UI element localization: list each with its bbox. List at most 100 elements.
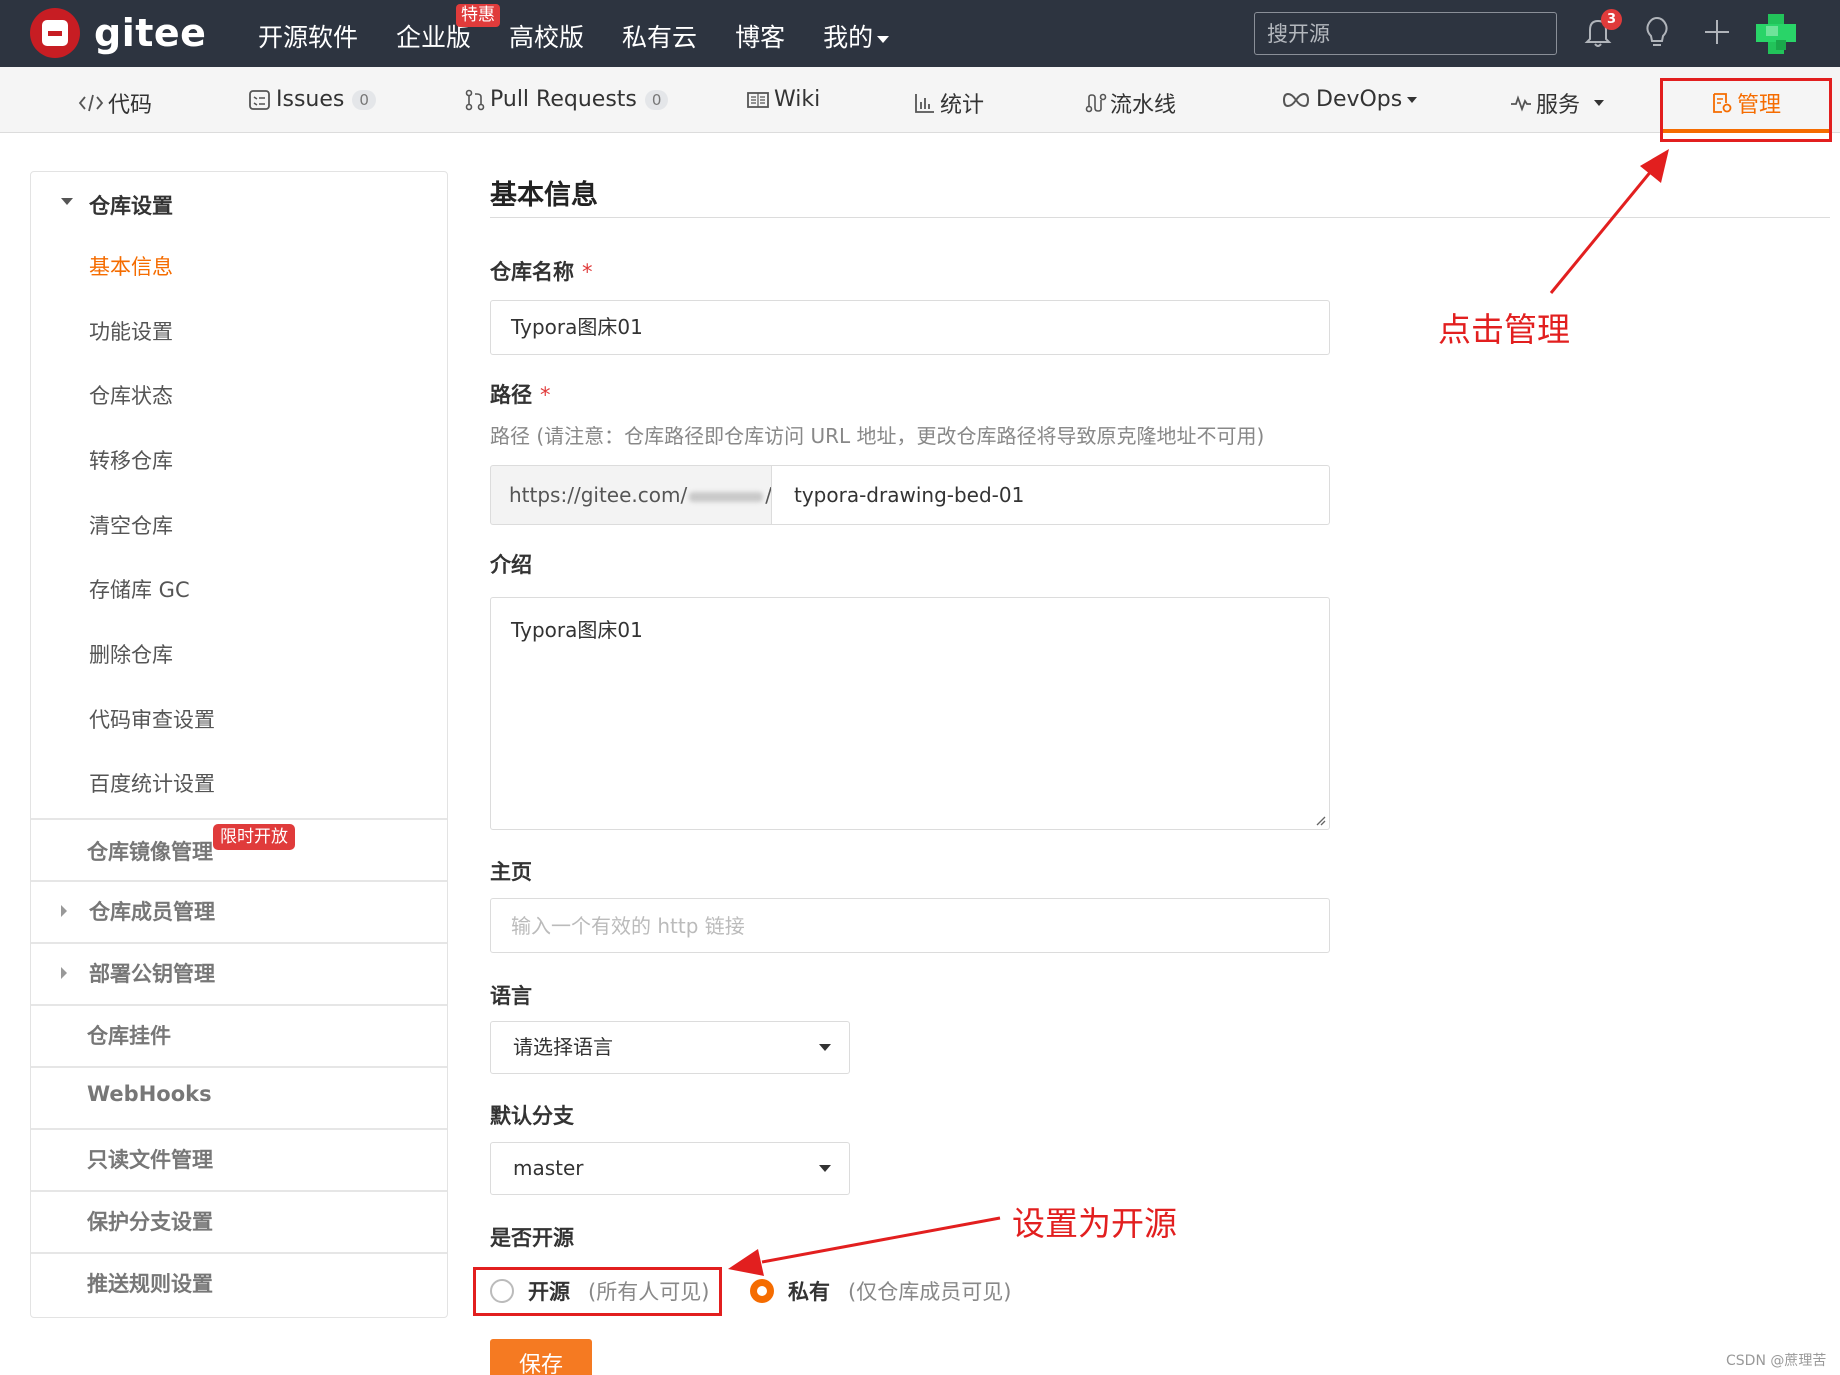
nav-label: 开源软件 [258,23,359,52]
sidebar-item-gc[interactable]: 存储库 GC [89,574,190,604]
logo-text: gitee [94,11,207,55]
tab-issues[interactable]: Issues 0 [248,87,376,112]
caret-right-icon [61,967,67,979]
path-hint: 路径 (请注意：仓库路径即仓库访问 URL 地址，更改仓库路径将导致原克隆地址不… [490,424,1265,448]
tab-label: Issues [276,87,345,112]
chevron-down-icon [819,1165,831,1172]
tab-wiki[interactable]: Wiki [746,87,820,112]
chevron-down-icon [877,35,890,43]
repo-name-input[interactable]: Typora图床01 [490,300,1330,355]
label-text: 仓库名称 [490,260,574,284]
pulse-icon [1511,95,1531,112]
tab-stats[interactable]: 统计 [914,87,984,119]
search-input[interactable] [1254,12,1557,55]
tab-label: 代码 [108,93,153,118]
sidebar-item-clear[interactable]: 清空仓库 [89,510,173,540]
nav-enterprise[interactable]: 企业版 特惠 [396,4,501,54]
path-input[interactable]: typora-drawing-bed-01 [771,465,1330,525]
description-label: 介绍 [490,553,532,577]
nav-mine[interactable]: 我的 [823,18,890,54]
resize-handle-icon[interactable] [1313,813,1326,826]
default-branch-select[interactable]: master [490,1142,850,1195]
section-label: 仓库挂件 [87,1024,171,1048]
homepage-label: 主页 [490,860,532,884]
gitee-logo[interactable]: gitee [30,8,206,58]
avatar[interactable] [1756,14,1796,54]
label-text: 路径 [490,383,532,407]
infinity-icon [1282,92,1310,107]
top-header: gitee 开源软件 企业版特惠 高校版 私有云 博客 我的 3 [0,0,1840,67]
sidebar-section-widgets[interactable]: 仓库挂件 [31,1004,447,1066]
section-label: 保护分支设置 [87,1210,213,1234]
tab-label: 流水线 [1110,93,1177,118]
tab-pipeline[interactable]: 流水线 [1084,87,1176,119]
path-label: 路径 * [490,379,551,409]
limited-open-badge: 限时开放 [213,824,295,850]
sidebar-item-code-review[interactable]: 代码审查设置 [89,704,215,734]
sidebar-item-transfer[interactable]: 转移仓库 [89,445,173,475]
default-branch-label: 默认分支 [490,1104,574,1128]
watermark: CSDN @蔗理苦 [1726,1353,1827,1369]
sidebar-item-repo-status[interactable]: 仓库状态 [89,380,173,410]
required-mark: * [582,260,593,284]
plus-icon[interactable] [1697,12,1737,52]
repo-name-label: 仓库名称 * [490,256,593,286]
annotation-highlight-box [473,1267,722,1316]
nav-education[interactable]: 高校版 [509,18,584,54]
issues-count-badge: 0 [352,89,376,110]
sidebar-section-members[interactable]: 仓库成员管理 [31,880,447,942]
homepage-input[interactable] [490,898,1330,953]
sidebar-item-basic-info[interactable]: 基本信息 [89,251,173,281]
sidebar-item-features[interactable]: 功能设置 [89,316,173,346]
sidebar-section-deploy-keys[interactable]: 部署公钥管理 [31,942,447,1004]
radio-private[interactable]: 私有 (仅仓库成员可见) [750,1273,1011,1309]
language-select[interactable]: 请选择语言 [490,1021,850,1074]
sidebar-section-webhooks[interactable]: WebHooks [31,1066,447,1128]
section-label: 只读文件管理 [87,1148,213,1172]
section-label: 仓库成员管理 [89,900,215,924]
sidebar-group-title[interactable]: 仓库设置 [89,190,173,220]
caret-down-icon [61,198,73,205]
page-title: 基本信息 [490,180,598,211]
select-value: master [513,1156,584,1180]
tab-services[interactable]: 服务 [1510,87,1605,119]
tab-pull-requests[interactable]: Pull Requests 0 [464,87,669,112]
chevron-down-icon [1407,96,1418,103]
tab-label: DevOps [1316,87,1403,112]
sidebar-section-protected-branches[interactable]: 保护分支设置 [31,1190,447,1252]
sidebar-section-push-rules[interactable]: 推送规则设置 [31,1252,447,1317]
sidebar-item-delete[interactable]: 删除仓库 [89,639,173,669]
chevron-down-icon [819,1044,831,1051]
radio-label: 私有 [788,1280,830,1304]
tab-code[interactable]: 代码 [78,87,152,119]
select-value: 请选择语言 [513,1035,613,1059]
section-label: 仓库镜像管理 [87,840,213,864]
lightbulb-icon[interactable] [1637,12,1677,52]
nav-private-cloud[interactable]: 私有云 [622,18,697,54]
wiki-icon [747,91,769,108]
annotation-click-manage: 点击管理 [1438,310,1570,349]
gitee-logo-icon [30,8,80,58]
divider [490,217,1830,218]
language-label: 语言 [490,984,532,1008]
annotation-set-open-source: 设置为开源 [1012,1204,1177,1243]
save-button[interactable]: 保存 [490,1339,592,1375]
nav-label: 我的 [823,23,874,52]
settings-sidebar: 仓库设置 基本信息 功能设置 仓库状态 转移仓库 清空仓库 存储库 GC 删除仓… [30,171,448,1318]
chevron-down-icon [1594,100,1605,106]
notification-count-badge: 3 [1601,9,1622,30]
nav-label: 私有云 [622,23,698,52]
section-label: WebHooks [87,1082,212,1106]
section-label: 推送规则设置 [87,1272,213,1296]
nav-open-source[interactable]: 开源软件 [258,18,358,54]
caret-right-icon [61,905,67,917]
sidebar-section-readonly-files[interactable]: 只读文件管理 [31,1128,447,1190]
blurred-username [689,491,764,502]
sidebar-item-baidu-stats[interactable]: 百度统计设置 [89,768,215,798]
radio-button-checked[interactable] [750,1279,774,1303]
description-textarea[interactable]: Typora图床01 [490,597,1330,830]
tab-devops[interactable]: DevOps [1282,87,1418,112]
sidebar-section-mirror[interactable]: 仓库镜像管理 限时开放 [31,818,447,880]
nav-label: 企业版 [396,23,472,52]
nav-blog[interactable]: 博客 [735,18,785,54]
